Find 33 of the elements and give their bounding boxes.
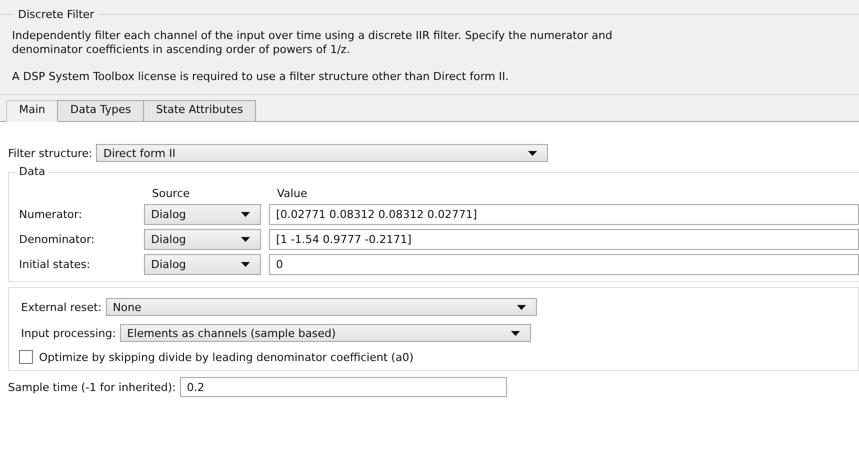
field-label: Filter structure: bbox=[8, 146, 92, 160]
field-label: External reset: bbox=[21, 300, 102, 314]
input-field[interactable]: [1 -1.54 0.9777 -0.2171] bbox=[269, 229, 859, 250]
input-field[interactable]: 0.2 bbox=[180, 377, 507, 397]
dropdown[interactable]: None bbox=[106, 298, 537, 316]
caret-icon bbox=[510, 330, 520, 336]
caret-icon bbox=[241, 212, 250, 217]
group-title: Data bbox=[16, 165, 48, 178]
caret-icon bbox=[516, 304, 526, 310]
field-label: Initial states: bbox=[19, 258, 92, 271]
caret-icon bbox=[528, 150, 538, 156]
dropdown[interactable]: Elements as channels (sample based) bbox=[120, 324, 531, 342]
checkbox-label: Optimize by skipping divide by leading denominator coefficient (a0) bbox=[39, 350, 414, 364]
caret-icon bbox=[241, 262, 250, 267]
field-label: Numerator: bbox=[19, 208, 84, 221]
tab[interactable]: Data Types bbox=[57, 100, 144, 121]
input-field[interactable]: 0 bbox=[269, 254, 859, 275]
dropdown[interactable]: Dialog bbox=[144, 229, 261, 250]
description-text: Independently filter each channel of the input over time using a discrete IIR filter. Specify the numerator and denominator coefficients in ascending order of powers of 1/z. bbox=[12, 29, 614, 57]
dropdown[interactable]: Direct form II bbox=[96, 144, 548, 162]
column-header: Value bbox=[276, 187, 308, 200]
dropdown[interactable]: Dialog bbox=[144, 254, 261, 275]
description-text: A DSP System Toolbox license is required to use a filter structure other than Direct form II. bbox=[12, 70, 510, 84]
checkbox[interactable] bbox=[19, 350, 33, 364]
field-label: Sample time (-1 for inherited): bbox=[8, 380, 176, 394]
field-label: Input processing: bbox=[21, 326, 116, 340]
tab[interactable]: Main bbox=[6, 100, 58, 122]
input-field[interactable]: [0.02771 0.08312 0.08312 0.02771] bbox=[269, 204, 859, 225]
field-label: Denominator: bbox=[19, 233, 96, 246]
column-header: Source bbox=[151, 187, 191, 200]
tab[interactable]: State Attributes bbox=[143, 100, 256, 121]
dropdown[interactable]: Dialog bbox=[144, 204, 261, 225]
caret-icon bbox=[241, 237, 250, 242]
